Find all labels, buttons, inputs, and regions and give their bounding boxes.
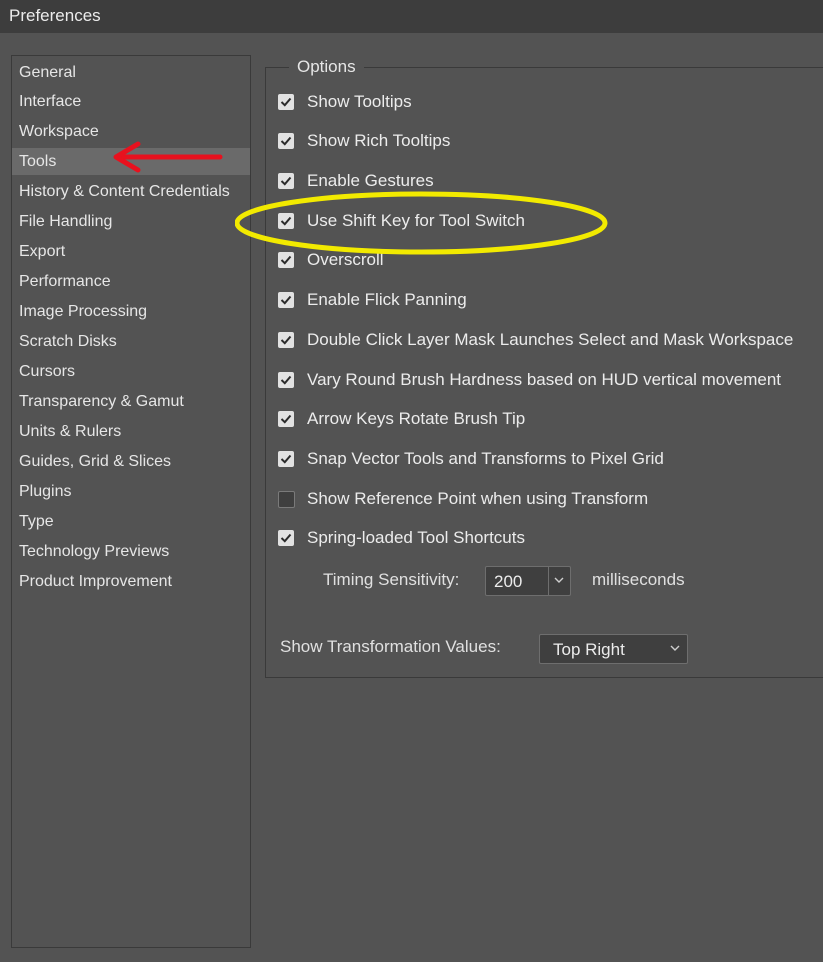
checkmark-icon (280, 414, 292, 424)
sidebar-item-performance[interactable]: Performance (12, 268, 250, 295)
sidebar-item-file-handling[interactable]: File Handling (12, 208, 250, 235)
sidebar-item-label: Product Improvement (19, 573, 172, 590)
checkmark-icon (280, 176, 292, 186)
option-label: Arrow Keys Rotate Brush Tip (307, 409, 526, 428)
sidebar-item-label: File Handling (19, 213, 113, 230)
checkmark-icon (280, 533, 292, 543)
option-label: Enable Gestures (307, 171, 434, 190)
show-transformation-values-label: Show Transformation Values: (280, 637, 501, 656)
checkmark-icon (280, 454, 292, 464)
window-title: Preferences (9, 6, 101, 25)
option-label: Show Rich Tooltips (307, 131, 451, 150)
timing-sensitivity-label: Timing Sensitivity: (323, 570, 460, 589)
sidebar-item-label: Plugins (19, 483, 72, 500)
sidebar-item-image-processing[interactable]: Image Processing (12, 298, 250, 325)
sidebar-item-label: Cursors (19, 363, 76, 380)
sidebar-item-scratch-disks[interactable]: Scratch Disks (12, 328, 250, 355)
chevron-down-icon (554, 577, 564, 583)
checkbox[interactable] (278, 530, 294, 546)
sidebar-item-label: Performance (19, 273, 111, 290)
sidebar-item-label: Units & Rulers (19, 423, 122, 440)
checkbox[interactable] (278, 411, 294, 427)
timing-sensitivity-dropdown[interactable]: 200 (485, 566, 571, 596)
sidebar-item-label: Scratch Disks (19, 333, 117, 350)
timing-sensitivity-value: 200 (494, 572, 523, 591)
sidebar-item-technology-previews[interactable]: Technology Previews (12, 538, 250, 565)
sidebar-item-label: Image Processing (19, 303, 148, 320)
sidebar-item-label: Workspace (19, 123, 99, 140)
sidebar-item-cursors[interactable]: Cursors (12, 358, 250, 385)
option-label: Show Tooltips (307, 92, 412, 111)
sidebar-item-plugins[interactable]: Plugins (12, 478, 250, 505)
red-arrow-annotation (113, 141, 223, 173)
option-label: Show Reference Point when using Transfor… (307, 489, 649, 508)
sidebar-item-export[interactable]: Export (12, 238, 250, 265)
checkbox[interactable] (278, 292, 294, 308)
checkbox[interactable] (278, 491, 295, 508)
sidebar-item-label: Tools (19, 153, 57, 170)
checkbox[interactable] (278, 372, 294, 388)
show-transformation-values-dropdown[interactable]: Top Right (539, 634, 688, 664)
checkbox[interactable] (278, 451, 294, 467)
yellow-ellipse-annotation (235, 191, 608, 255)
option-label: Spring-loaded Tool Shortcuts (307, 528, 525, 547)
chevron-down-icon (670, 645, 680, 651)
option-label: Vary Round Brush Hardness based on HUD v… (307, 370, 782, 389)
checkmark-icon (280, 375, 292, 385)
checkmark-icon (280, 136, 292, 146)
sidebar-item-label: Type (19, 513, 54, 530)
milliseconds-label: milliseconds (592, 570, 685, 589)
checkmark-icon (280, 97, 292, 107)
sidebar-item-units-rulers[interactable]: Units & Rulers (12, 418, 250, 445)
sidebar-item-label: Interface (19, 93, 82, 110)
sidebar-item-label: Transparency & Gamut (19, 393, 184, 410)
option-label: Snap Vector Tools and Transforms to Pixe… (307, 449, 664, 468)
option-label: Double Click Layer Mask Launches Select … (307, 330, 794, 349)
sidebar-item-general[interactable]: General (12, 59, 250, 86)
sidebar-item-interface[interactable]: Interface (12, 88, 250, 115)
checkmark-icon (280, 295, 292, 305)
sidebar-item-label: General (19, 64, 76, 81)
checkmark-icon (280, 335, 292, 345)
sidebar-item-type[interactable]: Type (12, 508, 250, 535)
title-bar: Preferences (0, 0, 823, 33)
sidebar-item-product-improvement[interactable]: Product Improvement (12, 568, 250, 595)
checkbox[interactable] (278, 94, 294, 110)
dropdown-separator (548, 567, 549, 595)
sidebar-item-guides-grid-slices[interactable]: Guides, Grid & Slices (12, 448, 250, 475)
checkbox[interactable] (278, 173, 294, 189)
sidebar-item-transparency-gamut[interactable]: Transparency & Gamut (12, 388, 250, 415)
sidebar-item-label: Guides, Grid & Slices (19, 453, 172, 470)
sidebar-item-label: History & Content Credentials (19, 183, 230, 200)
checkbox[interactable] (278, 133, 294, 149)
show-transformation-values-value: Top Right (553, 640, 625, 659)
option-label: Enable Flick Panning (307, 290, 467, 309)
sidebar-item-label: Technology Previews (19, 543, 170, 560)
sidebar-item-label: Export (19, 243, 66, 260)
preferences-sidebar: General Interface Workspace Tools Histor… (11, 55, 251, 948)
sidebar-item-history-content-credentials[interactable]: History & Content Credentials (12, 178, 250, 205)
options-legend: Options (289, 56, 364, 78)
checkbox[interactable] (278, 332, 294, 348)
